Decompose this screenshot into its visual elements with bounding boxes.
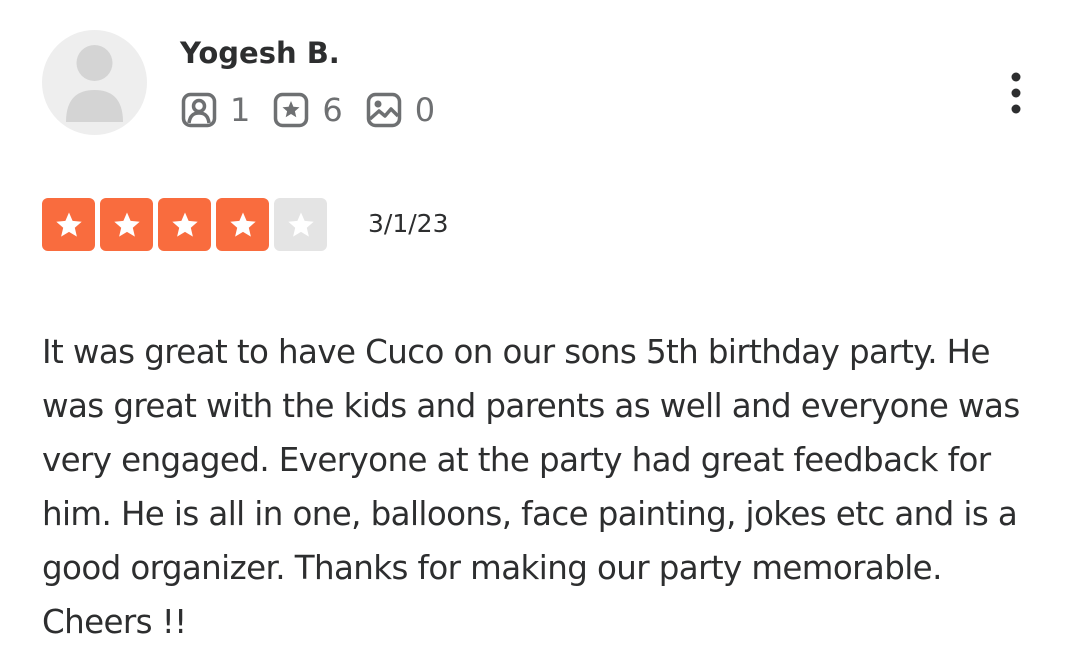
- star-empty: [274, 198, 327, 251]
- star-filled: [42, 198, 95, 251]
- star-filled: [158, 198, 211, 251]
- review-card: Yogesh B. 1 6 0 3/1/23 It was great to h…: [0, 0, 1080, 670]
- review-text: It was great to have Cuco on our sons 5t…: [42, 333, 1020, 641]
- more-vertical-icon: [1011, 72, 1021, 114]
- reviews-star-icon: [272, 91, 310, 129]
- friends-stat: 1: [180, 90, 250, 130]
- star-icon: [229, 212, 256, 237]
- photos-count: 0: [414, 91, 436, 129]
- review-date: 3/1/23: [368, 209, 449, 238]
- user-avatar[interactable]: [42, 30, 147, 135]
- photos-icon: [365, 91, 403, 129]
- user-stats: 1 6 0: [180, 88, 457, 132]
- user-name[interactable]: Yogesh B.: [180, 33, 340, 73]
- star-icon: [113, 212, 140, 237]
- star-filled: [216, 198, 269, 251]
- star-rating: [42, 198, 332, 251]
- default-user-avatar-icon: [66, 45, 123, 122]
- star-icon: [287, 212, 314, 237]
- friends-icon: [180, 91, 218, 129]
- more-options-button[interactable]: [996, 68, 1036, 118]
- star-icon: [171, 212, 198, 237]
- friends-count: 1: [230, 91, 251, 129]
- star-filled: [100, 198, 153, 251]
- star-icon: [55, 212, 82, 237]
- reviews-stat: 6: [272, 90, 343, 130]
- reviews-count: 6: [322, 91, 343, 129]
- photos-stat: 0: [365, 90, 435, 130]
